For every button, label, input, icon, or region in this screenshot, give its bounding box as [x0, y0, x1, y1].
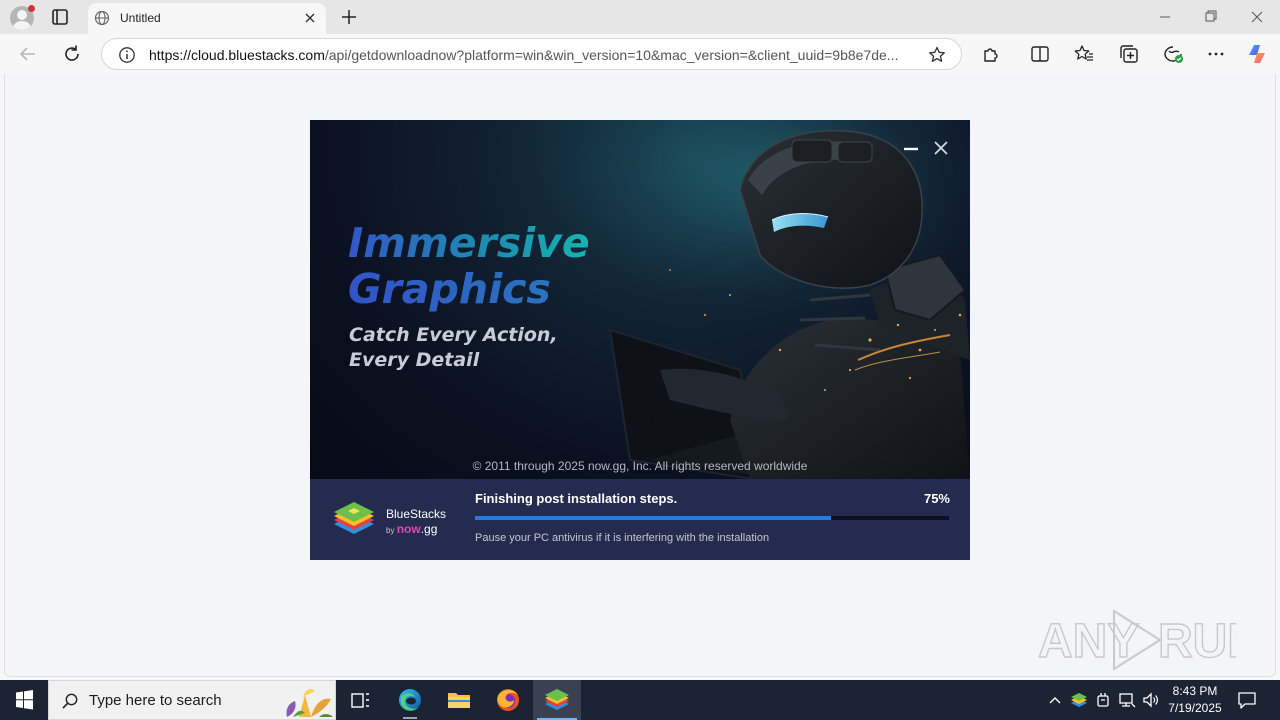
clock-time: 8:43 PM	[1172, 684, 1218, 698]
globe-icon	[94, 10, 110, 26]
installer-progress-footer: BlueStacks by now.gg Finishing post inst…	[310, 479, 970, 560]
show-hidden-icons-chevron-icon[interactable]	[1045, 690, 1065, 710]
copyright-text: © 2011 through 2025 now.gg, Inc. All rig…	[472, 459, 808, 473]
file-explorer-icon[interactable]	[435, 680, 483, 720]
search-highlight-illustration-icon	[286, 689, 333, 717]
watermark-text-run: RUN	[1158, 615, 1236, 668]
taskbar-bluestacks-app[interactable]	[533, 680, 581, 720]
headline-line-1: Immersive	[348, 219, 590, 267]
taskbar-edge-app[interactable]	[386, 680, 434, 720]
usb-device-icon[interactable]	[1093, 690, 1113, 710]
new-tab-icon[interactable]	[339, 7, 359, 27]
copilot-icon[interactable]	[1246, 43, 1268, 65]
browser-toolbar: https://cloud.bluestacks.com/api/getdown…	[0, 34, 1280, 74]
windows-taskbar: Type here to search 8:43 PM 7/19/2025	[0, 680, 1280, 720]
hero-headline: Immersive Graphics	[348, 220, 590, 312]
address-bar[interactable]: https://cloud.bluestacks.com/api/getdown…	[101, 38, 962, 70]
bluestacks-tray-icon[interactable]	[1069, 690, 1089, 710]
url-host: https://cloud.bluestacks.com	[149, 47, 325, 63]
task-view-icon[interactable]	[336, 680, 384, 720]
close-tab-icon[interactable]	[302, 10, 318, 26]
window-minimize-icon[interactable]	[1142, 0, 1188, 34]
taskbar-clock[interactable]: 8:43 PM 7/19/2025	[1162, 683, 1228, 717]
bluestacks-logo-icon	[334, 502, 374, 534]
headline-line-2: Graphics	[348, 266, 590, 312]
browser-title-bar: Untitled	[0, 0, 1280, 34]
bluestacks-installer-window: Immersive Graphics Catch Every Action, E…	[310, 120, 970, 560]
window-restore-icon[interactable]	[1188, 0, 1234, 34]
antivirus-hint-text: Pause your PC antivirus if it is interfe…	[475, 532, 770, 544]
progress-percent: 75%	[923, 491, 950, 506]
watermark-text-any: ANY	[1038, 615, 1139, 668]
installer-hero-banner: Immersive Graphics Catch Every Action, E…	[310, 120, 970, 479]
anyrun-watermark: ANY RUN	[1037, 609, 1236, 671]
browser-essentials-icon[interactable]	[1162, 43, 1184, 65]
window-close-icon[interactable]	[1234, 0, 1280, 34]
site-info-icon[interactable]	[118, 46, 136, 64]
split-screen-icon[interactable]	[1029, 43, 1051, 65]
install-status-text: Finishing post installation steps.	[475, 491, 678, 506]
volume-icon[interactable]	[1141, 690, 1161, 710]
notifications-icon[interactable]	[1236, 689, 1258, 711]
firefox-icon[interactable]	[484, 680, 532, 720]
back-arrow-icon[interactable]	[16, 42, 40, 66]
profile-notification-dot	[28, 5, 35, 12]
hero-tagline: Catch Every Action, Every Detail	[349, 323, 558, 373]
installer-close-icon[interactable]	[933, 140, 949, 156]
extensions-icon[interactable]	[980, 43, 1002, 65]
more-options-icon[interactable]	[1205, 43, 1227, 65]
brand-gg-text: .gg	[420, 522, 438, 536]
browser-tab[interactable]: Untitled	[88, 3, 326, 34]
bluestacks-brand-name: BlueStacks	[386, 507, 447, 521]
brand-now-text: now	[396, 522, 421, 536]
progress-bar-fill	[475, 516, 831, 520]
install-progress-bar	[475, 516, 949, 520]
url-text[interactable]: https://cloud.bluestacks.com/api/getdown…	[149, 47, 914, 63]
search-placeholder: Type here to search	[89, 692, 222, 709]
favorites-icon[interactable]	[1073, 43, 1095, 65]
brand-by-text: by	[386, 526, 395, 535]
edge-icon	[399, 689, 421, 711]
clock-date: 7/19/2025	[1168, 701, 1222, 715]
windows-start-icon[interactable]	[0, 680, 48, 720]
tagline-line-2: Every Detail	[349, 349, 480, 371]
favorite-star-icon[interactable]	[927, 45, 947, 65]
tab-title: Untitled	[120, 11, 161, 25]
taskbar-search-box[interactable]: Type here to search	[48, 680, 336, 720]
bluestacks-by-nowgg: by now.gg	[386, 522, 437, 536]
url-path: /api/getdownloadnow?platform=win&win_ver…	[324, 47, 899, 63]
network-icon[interactable]	[1117, 690, 1137, 710]
refresh-icon[interactable]	[60, 42, 84, 66]
collections-icon[interactable]	[1118, 43, 1140, 65]
tagline-line-1: Catch Every Action,	[349, 324, 558, 346]
installer-minimize-icon[interactable]	[903, 147, 919, 163]
bluestacks-taskbar-icon	[545, 689, 569, 710]
search-icon	[62, 693, 78, 709]
tab-actions-icon[interactable]	[50, 7, 70, 27]
